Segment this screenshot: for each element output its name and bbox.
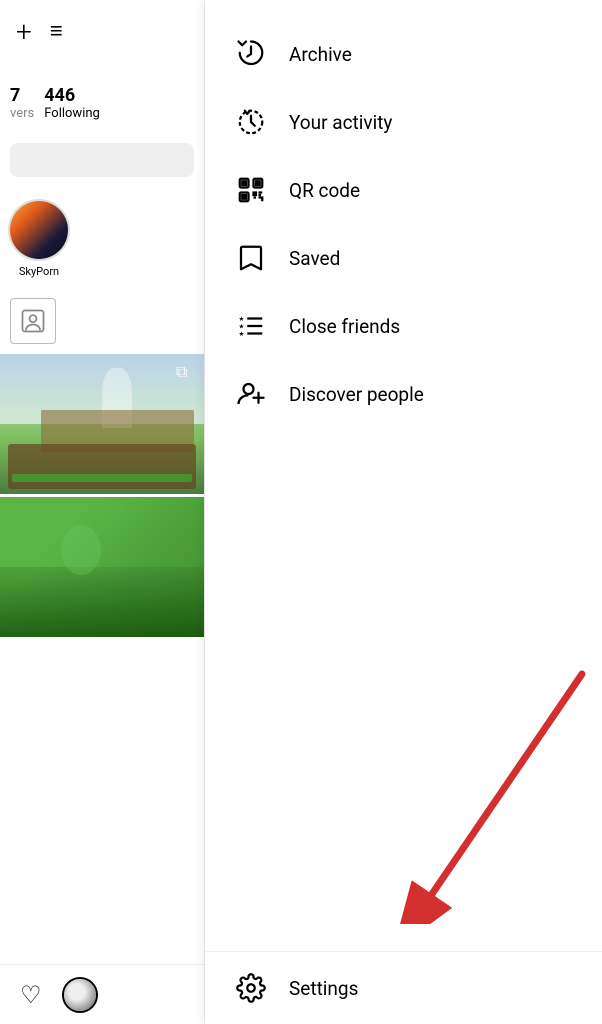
hamburger-icon[interactable]: ≡	[50, 21, 63, 43]
search-bar[interactable]	[10, 143, 194, 177]
settings-icon	[233, 970, 269, 1006]
menu-item-qr[interactable]: QR code	[205, 156, 602, 224]
discover-icon	[233, 376, 269, 412]
multi-photo-indicator: ⧉	[176, 362, 196, 382]
red-arrow	[322, 664, 602, 924]
photo-green-image	[0, 497, 204, 637]
menu-list: Archive Your activity	[205, 0, 602, 428]
new-post-icon[interactable]: +	[16, 18, 32, 46]
followers-stat: 7 vers	[10, 86, 34, 121]
photo-outdoor-image: ⧉	[0, 354, 204, 494]
saved-icon	[233, 240, 269, 276]
settings-label: Settings	[289, 977, 358, 1000]
menu-item-discover[interactable]: Discover people	[205, 360, 602, 428]
discover-label: Discover people	[289, 383, 424, 406]
bench-detail	[8, 444, 196, 489]
dropdown-menu: Archive Your activity	[205, 0, 602, 1024]
followers-number: 7	[10, 86, 20, 106]
person-icon-area	[0, 288, 204, 350]
close-friends-icon: ★ ★ ★	[233, 308, 269, 344]
story-item-skyporn[interactable]: SkyPorn	[8, 199, 70, 278]
sunset-avatar-image	[10, 201, 68, 259]
photo-item-green[interactable]	[0, 497, 204, 637]
photo-item-outdoor[interactable]: ⧉	[0, 354, 204, 494]
menu-item-saved[interactable]: Saved	[205, 224, 602, 292]
saved-label: Saved	[289, 247, 340, 270]
avatar-image	[64, 979, 96, 1011]
photo-grid: ⧉	[0, 350, 204, 637]
close-friends-label: Close friends	[289, 315, 400, 338]
following-number: 446	[44, 86, 75, 106]
menu-item-settings[interactable]: Settings	[205, 952, 602, 1024]
following-stat[interactable]: 446 Following	[44, 86, 100, 121]
person-icon	[10, 298, 56, 344]
top-icons: + ≡	[0, 0, 204, 56]
left-panel: + ≡ 7 vers 446 Following SkyPorn	[0, 0, 205, 1024]
bottom-bar: ♡	[0, 964, 205, 1024]
profile-avatar[interactable]	[62, 977, 98, 1013]
svg-text:★: ★	[239, 330, 245, 338]
followers-label: vers	[10, 106, 34, 121]
story-avatar	[8, 199, 70, 261]
qr-label: QR code	[289, 179, 360, 202]
menu-item-archive[interactable]: Archive	[205, 20, 602, 88]
menu-item-activity[interactable]: Your activity	[205, 88, 602, 156]
settings-section: Settings	[205, 951, 602, 1024]
profile-stats: 7 vers 446 Following	[0, 56, 204, 131]
following-label: Following	[44, 106, 100, 121]
activity-label: Your activity	[289, 111, 392, 134]
story-label: SkyPorn	[19, 265, 59, 278]
menu-item-close-friends[interactable]: ★ ★ ★ Close friends	[205, 292, 602, 360]
archive-icon	[233, 36, 269, 72]
stories-row: SkyPorn	[0, 189, 204, 288]
archive-label: Archive	[289, 43, 352, 66]
heart-icon[interactable]: ♡	[20, 981, 42, 1009]
activity-icon	[233, 104, 269, 140]
qr-icon	[233, 172, 269, 208]
